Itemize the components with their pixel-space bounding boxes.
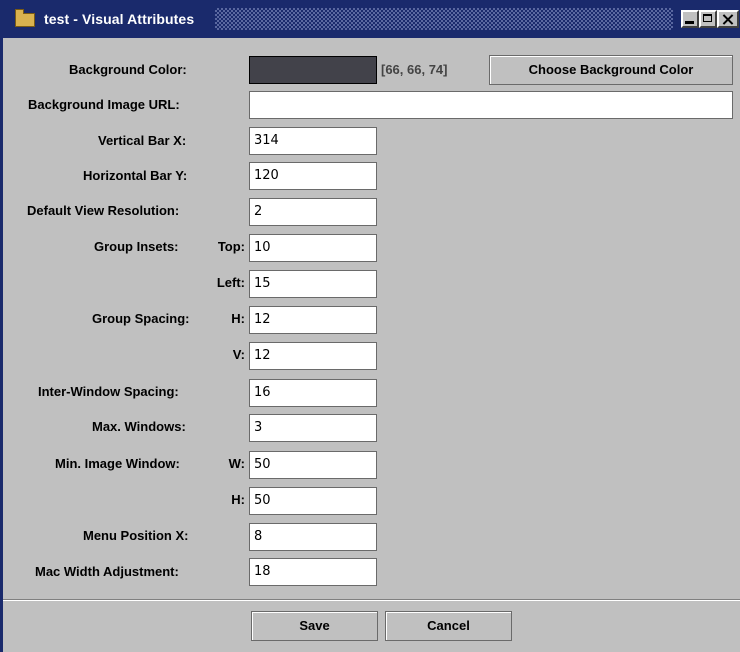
max-windows-field[interactable]: 3 xyxy=(249,414,377,442)
cancel-button[interactable]: Cancel xyxy=(385,611,512,641)
close-icon[interactable] xyxy=(717,10,739,28)
default-view-resolution-label: Default View Resolution: xyxy=(27,203,180,218)
background-color-swatch xyxy=(249,56,377,84)
group-spacing-v-label: V: xyxy=(232,347,245,362)
mac-width-adjustment-label: Mac Width Adjustment: xyxy=(35,564,179,579)
group-spacing-v-field[interactable]: 12 xyxy=(249,342,377,370)
group-insets-left-field[interactable]: 15 xyxy=(249,270,377,298)
choose-background-color-button[interactable]: Choose Background Color xyxy=(489,55,733,85)
menu-position-x-label: Menu Position X: xyxy=(83,528,189,543)
window-title: test - Visual Attributes xyxy=(44,11,195,27)
min-image-window-label: Min. Image Window: xyxy=(55,456,180,471)
title-bar-pattern xyxy=(215,8,673,30)
group-insets-label: Group Insets: xyxy=(94,239,179,254)
inter-window-spacing-label: Inter-Window Spacing: xyxy=(38,384,179,399)
group-spacing-h-label: H: xyxy=(231,311,245,326)
background-color-label: Background Color: xyxy=(69,62,187,77)
inter-window-spacing-field[interactable]: 16 xyxy=(249,379,377,407)
background-image-url-field[interactable] xyxy=(249,91,733,119)
save-button[interactable]: Save xyxy=(251,611,378,641)
vertical-bar-x-label: Vertical Bar X: xyxy=(98,133,187,148)
background-color-rgb-text: [66, 66, 74] xyxy=(381,62,448,77)
max-windows-label: Max. Windows: xyxy=(92,419,186,434)
menu-position-x-field[interactable]: 8 xyxy=(249,523,377,551)
title-bar[interactable]: test - Visual Attributes xyxy=(3,0,740,38)
mac-width-adjustment-field[interactable]: 18 xyxy=(249,558,377,586)
visual-attributes-window: test - Visual Attributes Background Colo… xyxy=(0,0,740,652)
group-insets-left-label: Left: xyxy=(216,275,245,290)
min-image-window-h-field[interactable]: 50 xyxy=(249,487,377,515)
group-insets-top-label: Top: xyxy=(217,239,245,254)
default-view-resolution-field[interactable]: 2 xyxy=(249,198,377,226)
min-image-window-h-label: H: xyxy=(231,492,245,507)
horizontal-bar-y-field[interactable]: 120 xyxy=(249,162,377,190)
minimize-icon[interactable] xyxy=(681,10,699,28)
group-spacing-h-field[interactable]: 12 xyxy=(249,306,377,334)
group-spacing-label: Group Spacing: xyxy=(92,311,190,326)
folder-icon xyxy=(15,9,35,27)
group-insets-top-field[interactable]: 10 xyxy=(249,234,377,262)
vertical-bar-x-field[interactable]: 314 xyxy=(249,127,377,155)
min-image-window-w-field[interactable]: 50 xyxy=(249,451,377,479)
background-image-url-label: Background Image URL: xyxy=(28,97,180,112)
button-bar-separator xyxy=(3,599,740,601)
horizontal-bar-y-label: Horizontal Bar Y: xyxy=(83,168,188,183)
min-image-window-w-label: W: xyxy=(228,456,245,471)
maximize-icon[interactable] xyxy=(699,10,717,28)
